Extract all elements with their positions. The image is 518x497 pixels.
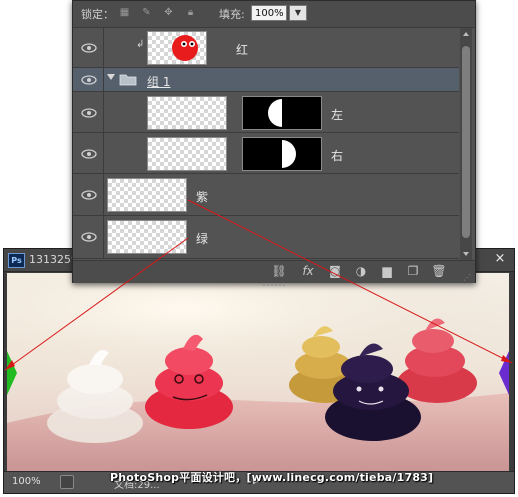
panel-drag-grip[interactable] <box>263 283 285 287</box>
document-title: 1313259 <box>29 253 78 266</box>
eye-icon[interactable] <box>79 188 99 202</box>
fill-dropdown-button[interactable]: ▼ <box>289 5 307 21</box>
eye-icon[interactable] <box>79 147 99 161</box>
layer-name[interactable]: 右 <box>331 147 343 164</box>
layers-panel-options: 锁定： ▦ ✎ ✥ 🔒︎ 填充: 100% ▼ <box>73 1 475 28</box>
eye-icon[interactable] <box>79 41 99 55</box>
visibility-toggle[interactable] <box>73 216 104 258</box>
eye-icon[interactable] <box>79 230 99 244</box>
layer-thumbnail <box>147 137 227 171</box>
photoshop-icon: Ps <box>8 253 25 268</box>
layer-mask-thumbnail[interactable] <box>242 137 322 171</box>
layer-thumbnail <box>107 220 187 254</box>
clipping-arrow-icon: ↲ <box>136 39 145 50</box>
trash-icon[interactable]: 🗑︎ <box>431 264 447 279</box>
layer-thumbnail <box>147 31 207 65</box>
layers-panel-toolbar: ⛓ fx ◙ ◑ ▆ ❐ 🗑︎ ⋰ <box>73 260 475 283</box>
layer-name[interactable]: 组 1 <box>147 73 170 90</box>
lock-move-icon[interactable]: ✥ <box>163 7 174 18</box>
visibility-toggle[interactable] <box>73 68 104 91</box>
layer-name[interactable]: 紫 <box>196 188 208 205</box>
visibility-toggle[interactable] <box>73 174 104 215</box>
lock-transparent-icon[interactable]: ▦ <box>119 7 130 18</box>
resize-grip-icon[interactable]: ⋰ <box>463 273 471 282</box>
layers-panel: 锁定： ▦ ✎ ✥ 🔒︎ 填充: 100% ▼ ↲ 红 组 1 左 右 紫 绿 … <box>72 0 476 286</box>
document-window: Ps 1313259 × 100% 文档:29... ▶ <box>3 248 515 494</box>
fx-icon[interactable]: fx <box>299 264 317 279</box>
watermark-text: PhotoShop平面设计吧，[www.linecg.com/tieba/178… <box>110 471 434 484</box>
photo-image <box>7 273 509 472</box>
new-layer-icon[interactable]: ❐ <box>405 264 421 279</box>
scroll-thumb[interactable] <box>462 46 470 238</box>
visibility-toggle[interactable] <box>73 28 104 67</box>
layer-row-left[interactable]: 左 <box>73 92 459 133</box>
zoom-level[interactable]: 100% <box>12 476 41 487</box>
visibility-toggle[interactable] <box>73 92 104 132</box>
add-mask-icon[interactable]: ◙ <box>327 264 343 279</box>
layer-thumbnail <box>147 96 227 130</box>
layer-row-group-1[interactable]: 组 1 <box>73 68 459 92</box>
eye-icon[interactable] <box>79 106 99 120</box>
lock-all-icon[interactable]: 🔒︎ <box>185 7 196 18</box>
layer-row-purple[interactable]: 紫 <box>73 174 459 216</box>
folder-icon <box>119 74 137 86</box>
adjustment-icon[interactable]: ◑ <box>353 264 369 279</box>
layer-row-right[interactable]: 右 <box>73 133 459 174</box>
lock-label: 锁定： <box>81 8 114 21</box>
layer-row-red[interactable]: ↲ 红 <box>73 28 459 68</box>
layer-name[interactable]: 红 <box>236 41 248 58</box>
status-info-icon[interactable] <box>60 475 74 489</box>
layer-name[interactable]: 绿 <box>196 230 208 247</box>
document-canvas[interactable] <box>7 273 509 472</box>
layer-row-green[interactable]: 绿 <box>73 216 459 259</box>
folder-icon[interactable]: ▆ <box>379 264 395 279</box>
visibility-toggle[interactable] <box>73 133 104 173</box>
fill-input[interactable]: 100% <box>251 5 287 21</box>
link-icon[interactable]: ⛓ <box>271 264 287 279</box>
layer-mask-thumbnail[interactable] <box>242 96 322 130</box>
layers-scrollbar[interactable] <box>460 28 472 260</box>
lock-paint-icon[interactable]: ✎ <box>141 7 152 18</box>
scroll-up-icon[interactable] <box>463 32 469 36</box>
group-expand-icon[interactable] <box>107 74 115 80</box>
layer-thumbnail <box>107 178 187 212</box>
scroll-down-icon[interactable] <box>463 252 469 256</box>
close-icon[interactable]: × <box>491 251 509 266</box>
fill-label: 填充: <box>219 8 245 21</box>
layer-name[interactable]: 左 <box>331 106 343 123</box>
eye-icon[interactable] <box>79 73 99 87</box>
